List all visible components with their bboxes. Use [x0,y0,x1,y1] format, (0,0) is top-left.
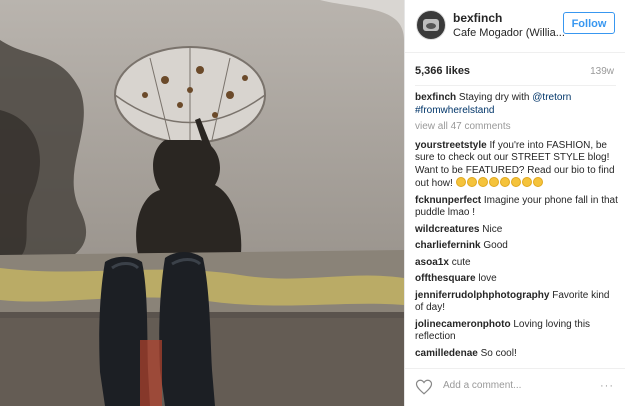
likes-count[interactable]: 5,366 likes [415,65,470,77]
comment-item: camilledenae So cool! [415,348,618,361]
comments-list: bexfinch Staying dry with @tretorn #from… [415,92,618,364]
post-header: bexfinch Cafe Mogador (Willia... Follow [405,0,625,53]
caption-username[interactable]: bexfinch [415,92,456,103]
comment-username[interactable]: jenniferrudolphphotography [415,290,549,301]
comment-text: Nice [479,223,503,235]
comment-username[interactable]: jolinecameronphoto [415,319,511,330]
smile-emoji-icon [521,177,532,187]
location-link[interactable]: Cafe Mogador (Willia... [453,27,565,39]
smile-emoji-icon [488,177,499,187]
follow-button[interactable]: Follow [563,12,615,34]
post-stats: 5,366 likes 139w [405,52,625,85]
post-sidebar: bexfinch Cafe Mogador (Willia... Follow … [404,0,625,406]
smile-emoji-icon [510,177,521,187]
avatar[interactable] [416,10,446,40]
smile-emoji-icon [532,177,543,187]
caption-hashtag-link[interactable]: #fromwherelstand [415,105,494,116]
comment-item: wildcreatures Nice [415,224,618,237]
divider [415,85,616,86]
caption-mention-link[interactable]: @tretorn [532,92,571,103]
username[interactable]: bexfinch [453,11,502,25]
comment-item: charliefernink Good [415,240,618,253]
comment-username[interactable]: asoa1x [415,257,449,268]
comment-item: offthesquare love [415,273,618,286]
comment-username[interactable]: camilledenae [415,348,478,359]
caption: bexfinch Staying dry with @tretorn #from… [415,92,618,117]
post-timestamp[interactable]: 139w [590,66,614,77]
comment-username[interactable]: yourstreetstyle [415,140,487,151]
comment-item: asoa1x cute [415,257,618,270]
comment-username[interactable]: offthesquare [415,273,476,284]
view-all-comments-link[interactable]: view all 47 comments [415,121,618,134]
comment-text: cute [448,256,471,268]
caption-text: Staying dry with [456,92,533,103]
post-photo[interactable] [0,0,404,406]
more-options-icon[interactable]: ··· [600,380,614,392]
comment-item: jenniferrudolphphotography Favorite kind… [415,290,618,315]
smile-emoji-icon [477,177,488,187]
comment-item: yourstreetstyle If you're into FASHION, … [415,140,618,191]
heart-icon[interactable] [415,378,433,396]
smile-emoji-icon [499,177,510,187]
instagram-post: bexfinch Cafe Mogador (Willia... Follow … [0,0,625,406]
comment-text: love [475,273,497,284]
comment-item: jolinecameronphoto Loving loving this re… [415,319,618,344]
smile-emoji-icon [466,177,477,187]
emoji-row [455,177,544,189]
comment-item: fcknunperfect Imagine your phone fall in… [415,195,618,220]
comment-username[interactable]: fcknunperfect [415,195,481,206]
post-footer: Add a comment... ··· [405,368,625,407]
avatar-detail-icon [426,23,436,29]
comment-text: Good [480,240,508,251]
add-comment-input[interactable]: Add a comment... [443,380,521,391]
puddle-photo-illustration [0,0,404,406]
smile-emoji-icon [455,177,466,187]
comment-text: So cool! [477,347,517,359]
comment-username[interactable]: wildcreatures [415,224,479,235]
comment-username[interactable]: charliefernink [415,240,481,251]
